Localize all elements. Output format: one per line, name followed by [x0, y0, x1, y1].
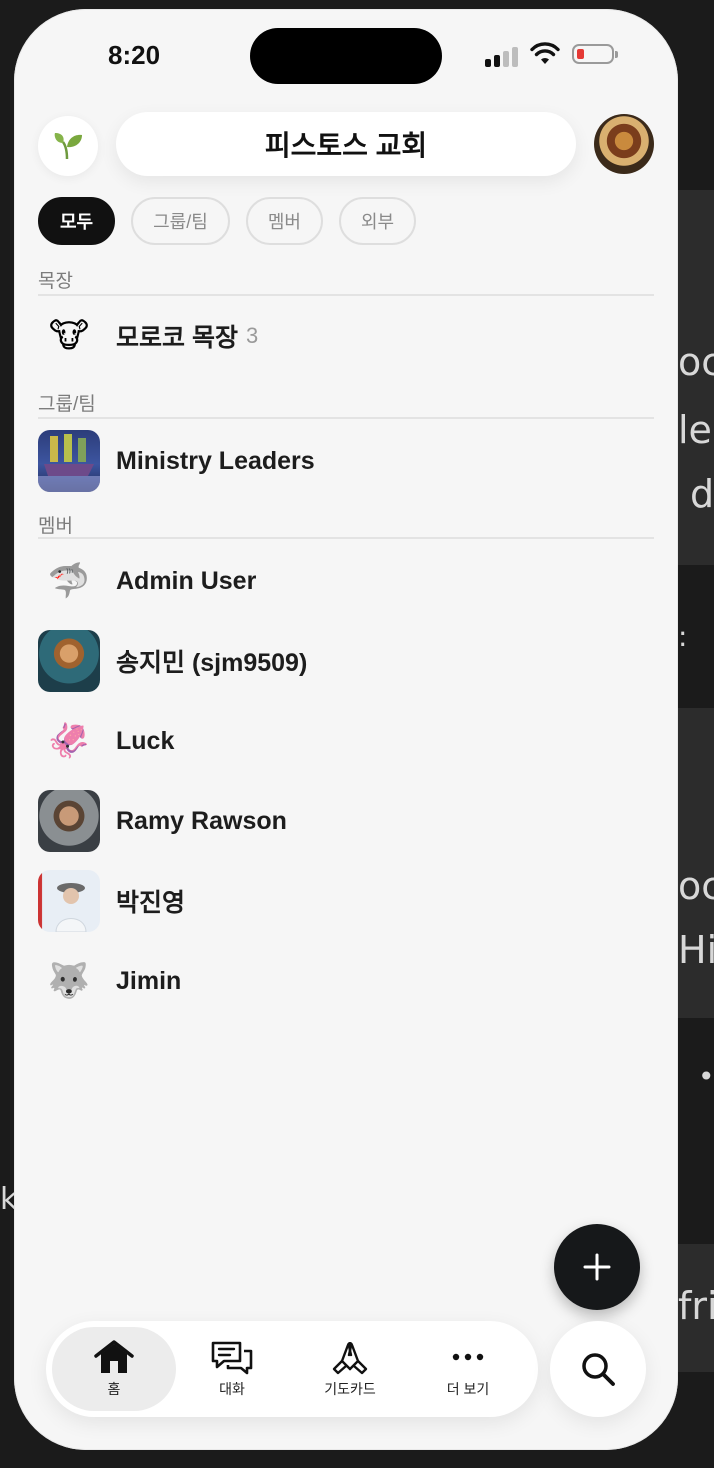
list-item-name: Luck [116, 726, 175, 755]
section-divider [38, 294, 654, 296]
section-label-members: 멤버 [38, 516, 73, 537]
list-item-member[interactable]: 송지민 (sjm9509) [38, 629, 654, 693]
list-item-group[interactable]: Ministry Leaders [38, 429, 654, 493]
status-time: 8:20 [108, 40, 161, 70]
background-text: le [678, 408, 712, 452]
list-item-name: Ministry Leaders [116, 446, 315, 475]
more-icon [452, 1353, 484, 1361]
section-label-mokjang: 목장 [38, 271, 73, 292]
shark-icon: 🦈 [47, 562, 91, 600]
ship-icon [38, 434, 100, 492]
member-count: 3 [245, 323, 259, 348]
church-title: 피스토스 교회 [264, 130, 428, 161]
filter-chip-members[interactable]: 멤버 [245, 197, 323, 245]
list-item-name: 송지민 (sjm9509) [116, 649, 308, 677]
tab-label: 홈 [107, 1381, 121, 1397]
tab-prayer-card[interactable]: 기도카드 [288, 1327, 412, 1411]
ship-image [38, 430, 100, 492]
list-item-member[interactable]: Ramy Rawson [38, 789, 654, 853]
tab-more[interactable]: 더 보기 [406, 1327, 530, 1411]
filter-chip-external[interactable]: 외부 [338, 197, 417, 245]
home-icon [94, 1340, 134, 1373]
battery-icon [572, 44, 618, 64]
phone-screen: 8:20 피스토스 교회 모두 그룹/팀 멤버 외부 목장 🐮 모로코 목장 3 [14, 9, 678, 1450]
astronaut-portrait [38, 790, 100, 852]
bottom-tab-bar: 홈 대화 기도카드 더 보기 [46, 1321, 538, 1417]
tab-chat[interactable]: 대화 [170, 1327, 294, 1411]
hat-photo [38, 870, 100, 932]
list-item-member[interactable]: 박진영 [38, 869, 654, 933]
church-logo-button[interactable] [38, 116, 98, 176]
seedling-icon [54, 133, 82, 160]
tab-label: 대화 [219, 1381, 245, 1397]
list-item-mokjang[interactable]: 🐮 모로코 목장 3 [38, 304, 654, 368]
tab-home[interactable]: 홈 [52, 1327, 176, 1411]
list-item-member[interactable]: 🦈 Admin User [38, 549, 654, 613]
tab-label: 더 보기 [446, 1381, 490, 1397]
list-item-name: 박진영 [116, 889, 186, 917]
background-text: : [678, 620, 688, 653]
background-text: fri [678, 1284, 714, 1328]
filter-chips: 모두 그룹/팀 멤버 외부 [38, 197, 417, 245]
list-item-name: Admin User [116, 566, 257, 595]
search-icon [582, 1353, 615, 1386]
background-text: oc [678, 864, 714, 908]
list-item-name: Ramy Rawson [116, 806, 287, 835]
section-divider [38, 417, 654, 419]
profile-avatar[interactable] [594, 114, 654, 174]
dynamic-island [250, 28, 442, 84]
section-label-groups: 그룹/팀 [38, 394, 96, 415]
church-title-button[interactable]: 피스토스 교회 [116, 112, 576, 176]
section-divider [38, 537, 654, 539]
filter-chip-groups[interactable]: 그룹/팀 [131, 197, 230, 245]
signal-icon [485, 45, 525, 67]
cow-icon: 🐮 [48, 317, 90, 355]
list-item-name: Jimin [116, 966, 182, 995]
background-text: d [690, 472, 714, 516]
list-item-name: 모로코 목장 [116, 324, 238, 352]
list-item-member[interactable]: 🐺 Jimin [38, 949, 654, 1013]
squid-icon: 🦑 [47, 722, 91, 760]
background-text: Hi [678, 928, 714, 972]
wolf-icon: 🐺 [47, 962, 91, 1000]
painting-portrait [38, 630, 100, 692]
plus-icon [583, 1253, 611, 1281]
chat-icon [211, 1341, 253, 1375]
wifi-icon [530, 42, 560, 64]
list-item-member[interactable]: 🦑 Luck [38, 709, 654, 773]
filter-chip-all[interactable]: 모두 [38, 197, 116, 245]
search-button[interactable] [550, 1321, 646, 1417]
add-button[interactable] [554, 1224, 640, 1310]
tab-label: 기도카드 [324, 1381, 376, 1397]
praying-hands-icon [332, 1342, 368, 1375]
background-text: • [698, 1060, 714, 1093]
person-icon [55, 883, 87, 932]
background-text: oc [678, 340, 714, 384]
